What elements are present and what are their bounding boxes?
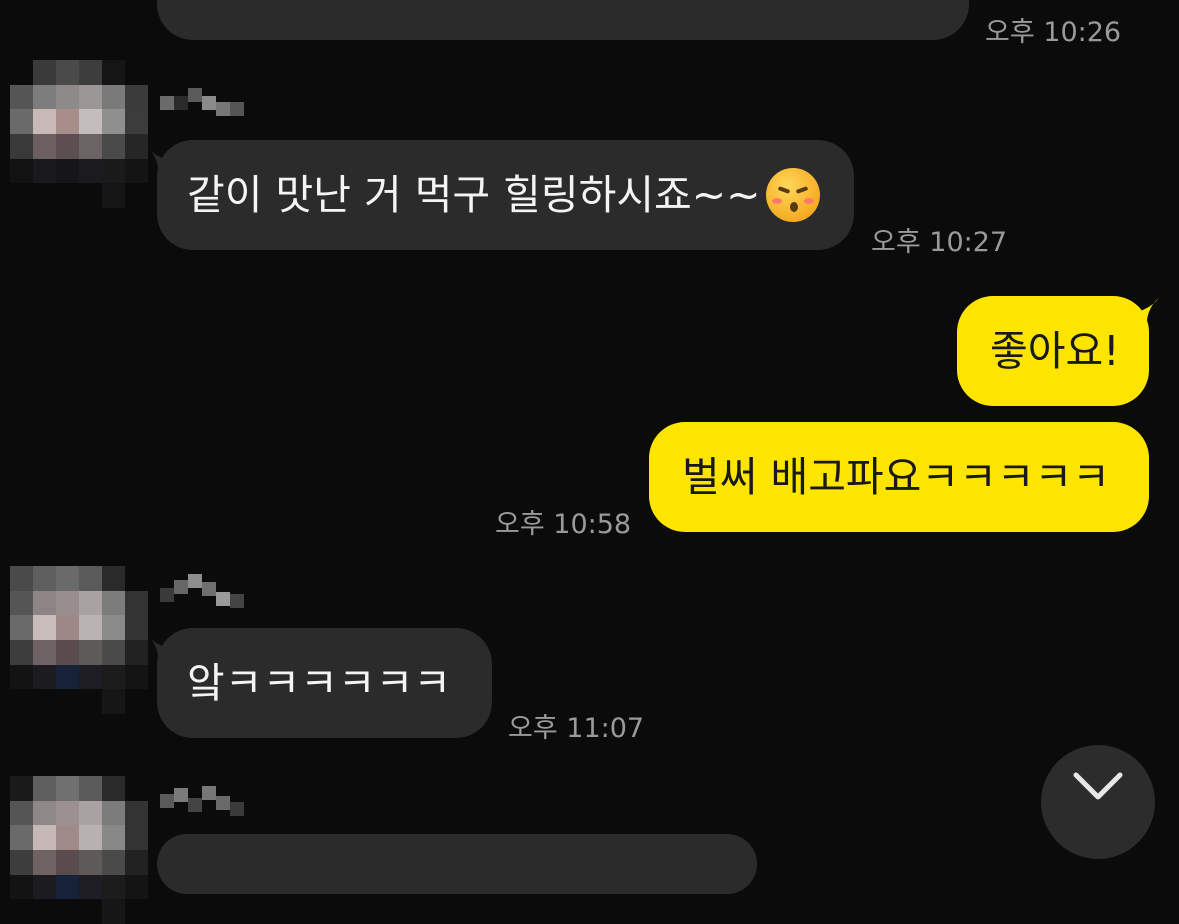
message-bubble-incoming[interactable] xyxy=(157,0,969,40)
message-bubble-incoming[interactable]: 같이 맛난 거 먹구 힐링하시죠~~ xyxy=(157,140,854,250)
message-timestamp: 오후 10:27 xyxy=(871,227,1008,258)
scroll-to-bottom-button[interactable] xyxy=(1041,745,1155,859)
kissing-face-with-closed-eyes-icon xyxy=(766,168,821,222)
message-timestamp: 오후 10:58 xyxy=(495,509,632,540)
avatar[interactable] xyxy=(10,60,148,208)
avatar[interactable] xyxy=(10,566,148,714)
message-text: 벌써 배고파요ㅋㅋㅋㅋㅋ xyxy=(682,452,1110,501)
sender-name-blurred xyxy=(160,574,244,614)
message-timestamp: 오후 10:26 xyxy=(985,17,1122,48)
sender-name-blurred xyxy=(160,88,244,128)
message-bubble-outgoing[interactable]: 좋아요! xyxy=(957,296,1149,406)
message-text: 같이 맛난 거 먹구 힐링하시죠~~ xyxy=(187,170,761,219)
sender-name-blurred xyxy=(160,784,244,824)
message-timestamp: 오후 11:07 xyxy=(508,713,645,744)
message-text: 좋아요! xyxy=(990,326,1120,375)
message-text: 앜ㅋㅋㅋㅋㅋㅋ xyxy=(187,658,452,707)
avatar[interactable] xyxy=(10,776,148,924)
message-bubble-incoming[interactable]: 앜ㅋㅋㅋㅋㅋㅋ xyxy=(157,628,492,738)
chevron-down-icon xyxy=(1073,772,1123,800)
message-bubble-outgoing[interactable]: 벌써 배고파요ㅋㅋㅋㅋㅋ xyxy=(649,422,1149,532)
message-bubble-incoming[interactable] xyxy=(157,834,757,894)
bubble-tail xyxy=(1137,298,1159,320)
